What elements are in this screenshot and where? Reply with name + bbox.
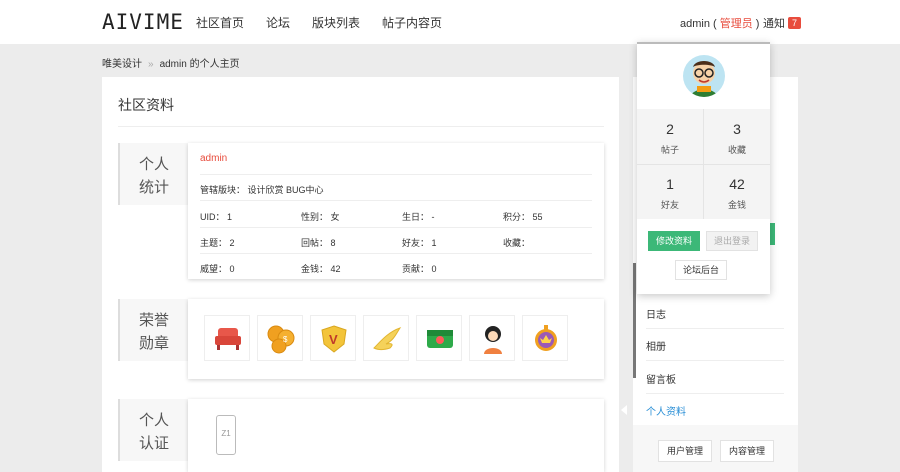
divider <box>200 253 592 254</box>
sidebar-item-album[interactable]: 相册 <box>646 338 666 353</box>
verification-label-line1: 个人 <box>138 412 169 429</box>
stat-favorites: 收藏： <box>503 238 531 248</box>
sofa-icon[interactable] <box>204 315 250 361</box>
edit-profile-button[interactable]: 修改资料 <box>648 231 700 251</box>
stats-section: 个人 统计 admin 管辖版块： 设计欣赏 BUG中心 UID： 1 性别： … <box>118 143 604 279</box>
popup-money-count[interactable]: 42 <box>704 176 770 192</box>
stat-birthday: 生日： - <box>402 212 435 222</box>
stat-prestige: 威望： 0 <box>200 264 235 274</box>
profile-username[interactable]: admin <box>200 153 227 164</box>
nav-item-board-list[interactable]: 版块列表 <box>312 14 360 31</box>
breadcrumb: 唯美设计 » admin 的个人主页 <box>102 55 240 70</box>
username: admin <box>680 18 710 30</box>
popup-posts-count[interactable]: 2 <box>637 121 703 137</box>
verification-section: 个人 认证 Z1 <box>118 399 604 472</box>
stat-money: 金钱： 42 <box>301 264 341 274</box>
role-label: 管理员 <box>719 18 753 30</box>
sidebar-item-blog[interactable]: 日志 <box>646 306 666 321</box>
honor-section-label: 荣誉 勋章 <box>118 299 188 361</box>
stat-points: 积分： 55 <box>503 212 543 222</box>
active-pointer <box>621 405 627 415</box>
nav-item-post-page[interactable]: 帖子内容页 <box>382 14 442 31</box>
stats-box: admin 管辖版块： 设计欣赏 BUG中心 UID： 1 性别： 女 生日： … <box>188 143 604 279</box>
verification-box: Z1 <box>188 399 604 472</box>
sidebar-item-guestbook[interactable]: 留言板 <box>646 371 676 386</box>
forum-admin-button[interactable]: 论坛后台 <box>675 260 727 280</box>
page-title: 社区资料 <box>118 97 174 113</box>
stat-uid: UID： 1 <box>200 212 233 222</box>
avatar[interactable] <box>683 55 725 97</box>
title-divider <box>118 126 604 127</box>
medals-box: $ V <box>188 299 604 379</box>
svg-text:$: $ <box>283 335 288 344</box>
role-paren-open: ( <box>709 18 720 30</box>
stats-section-label: 个人 统计 <box>118 143 188 205</box>
honor-label-line1: 荣誉 <box>138 312 169 329</box>
breadcrumb-separator: » <box>148 59 154 70</box>
site-logo[interactable]: AIVIME <box>102 10 184 34</box>
phone-verify-icon[interactable]: Z1 <box>216 415 236 455</box>
sidebar-divider <box>646 328 784 329</box>
user-menu[interactable]: admin ( 管理员 ) <box>680 15 759 31</box>
breadcrumb-current: admin 的个人主页 <box>159 59 240 70</box>
honor-label-line2: 勋章 <box>138 335 169 352</box>
sidebar-divider <box>646 360 784 361</box>
popup-favorites-label: 收藏 <box>727 145 746 155</box>
popup-friends-count[interactable]: 1 <box>637 176 703 192</box>
girl-avatar-icon[interactable] <box>469 315 515 361</box>
phone-verify-text: Z1 <box>221 429 231 438</box>
coins-icon[interactable]: $ <box>257 315 303 361</box>
notification-badge: 7 <box>788 17 802 29</box>
green-card-icon[interactable] <box>416 315 462 361</box>
stat-topics: 主题： 2 <box>200 238 235 248</box>
divider <box>200 174 592 175</box>
stat-replies: 回帖： 8 <box>301 238 336 248</box>
main-nav: 社区首页 论坛 版块列表 帖子内容页 <box>196 14 464 31</box>
sidebar-item-profile[interactable]: 个人资料 <box>646 403 686 418</box>
popup-friends-label: 好友 <box>660 200 679 210</box>
profile-main-panel: 社区资料 个人 统计 admin 管辖版块： 设计欣赏 BUG中心 UID： 1… <box>102 77 619 472</box>
divider <box>200 227 592 228</box>
logout-button[interactable]: 退出登录 <box>706 231 758 251</box>
nav-item-forum[interactable]: 论坛 <box>266 14 290 31</box>
user-management-button[interactable]: 用户管理 <box>658 440 712 462</box>
popup-favorites-count[interactable]: 3 <box>704 121 770 137</box>
divider <box>200 200 592 201</box>
content-management-button[interactable]: 内容管理 <box>720 440 774 462</box>
crown-badge-icon[interactable] <box>522 315 568 361</box>
verification-label-line2: 认证 <box>138 435 169 452</box>
moderated-boards: 管辖版块： 设计欣赏 BUG中心 <box>200 185 324 195</box>
svg-text:V: V <box>329 332 338 347</box>
sidebar-divider <box>646 393 784 394</box>
v-shield-icon[interactable]: V <box>310 315 356 361</box>
notification-link[interactable]: 通知 7 <box>763 15 802 31</box>
stats-label-line2: 统计 <box>138 179 169 196</box>
role-paren-close: ) <box>752 18 760 30</box>
stat-friends: 好友： 1 <box>402 238 437 248</box>
notification-label: 通知 <box>763 18 785 30</box>
verification-section-label: 个人 认证 <box>118 399 188 461</box>
popup-money-label: 金钱 <box>727 200 746 210</box>
top-bar: AIVIME 社区首页 论坛 版块列表 帖子内容页 admin ( 管理员 ) … <box>0 0 900 44</box>
honor-section: 荣誉 勋章 $ V <box>118 299 604 379</box>
stat-gender: 性别： 女 <box>301 212 340 222</box>
sidebar-accent-strip <box>633 263 636 378</box>
stat-contribution: 贡献： 0 <box>402 264 437 274</box>
stats-label-line1: 个人 <box>138 156 169 173</box>
nav-item-home[interactable]: 社区首页 <box>196 14 244 31</box>
divider <box>637 164 770 165</box>
popup-posts-label: 帖子 <box>660 145 679 155</box>
breadcrumb-home[interactable]: 唯美设计 <box>102 59 142 70</box>
wing-icon[interactable] <box>363 315 409 361</box>
